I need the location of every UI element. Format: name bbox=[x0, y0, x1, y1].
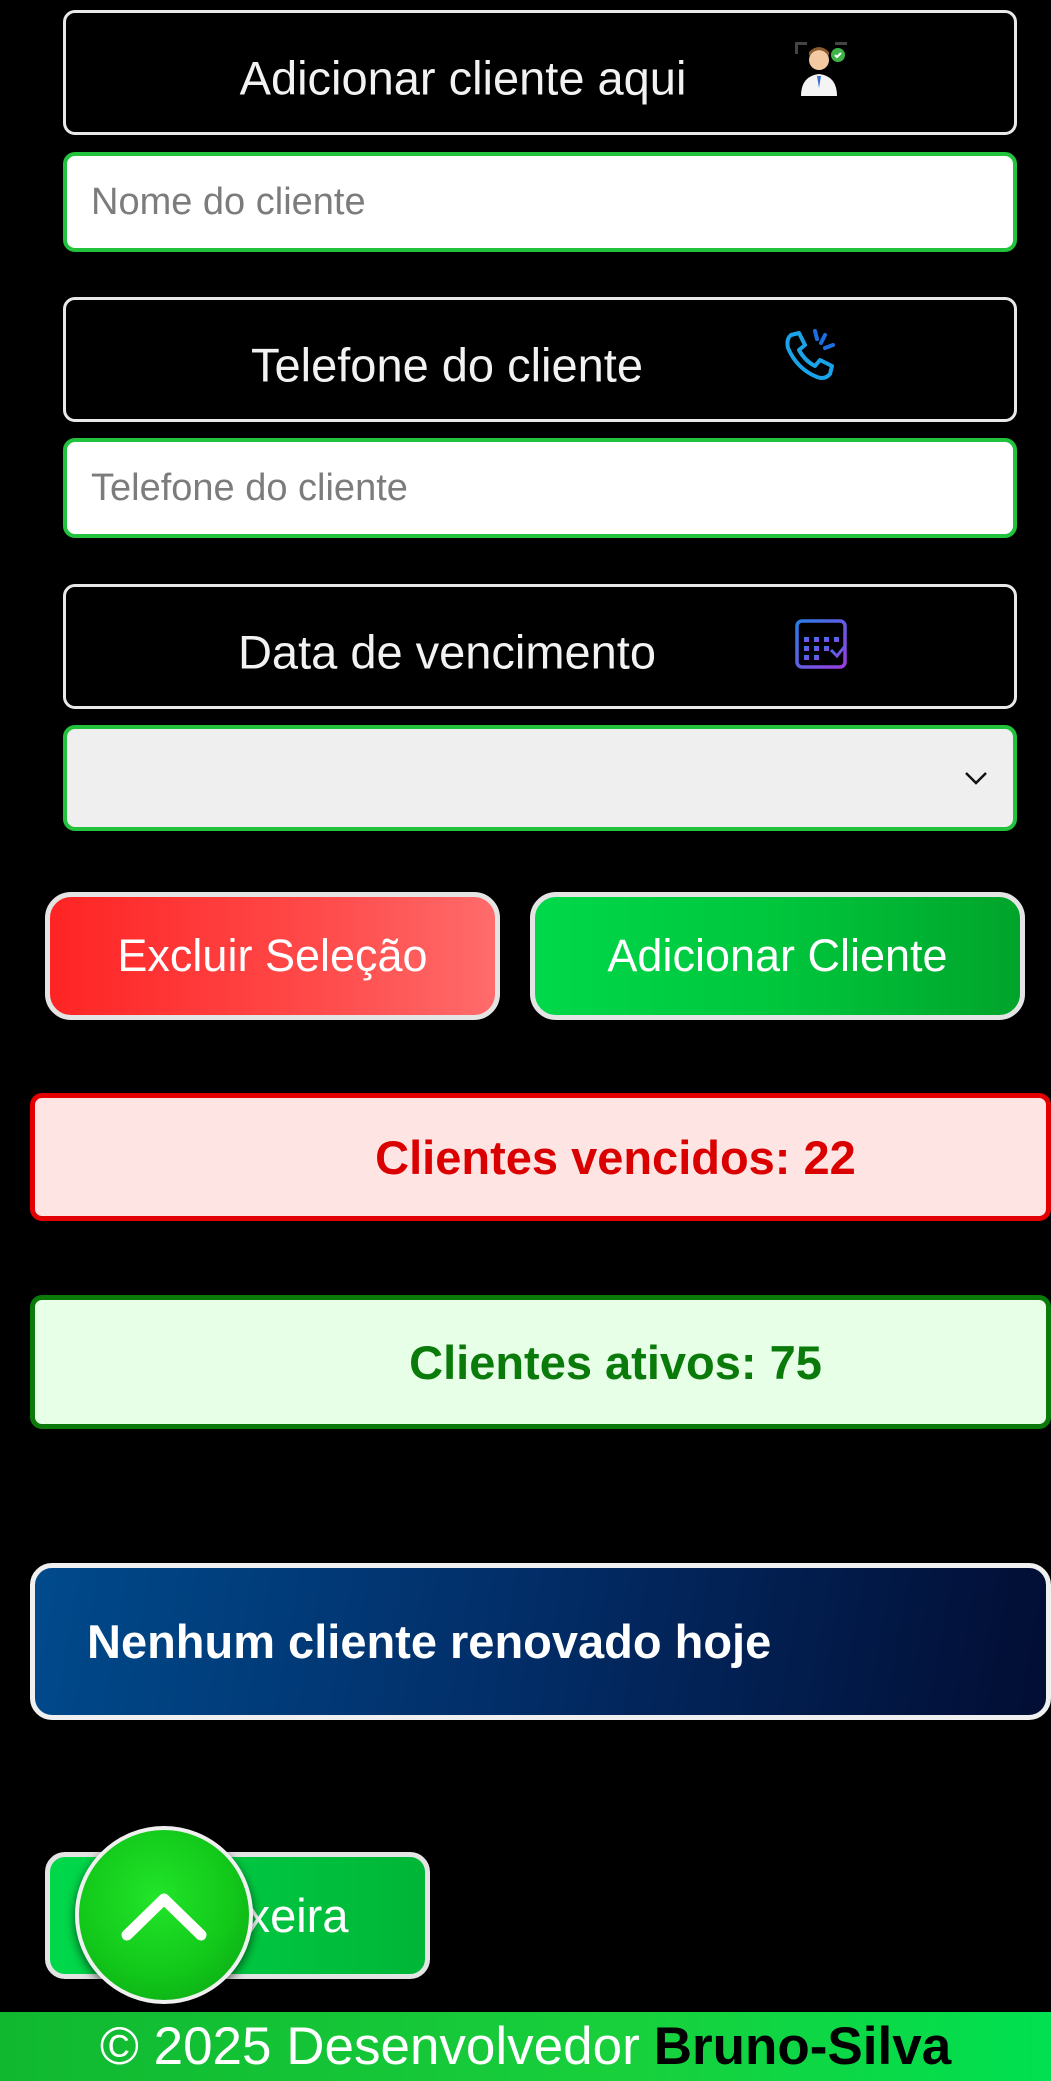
phone-call-icon bbox=[785, 329, 835, 380]
client-avatar-icon bbox=[795, 42, 847, 96]
scroll-to-top-button[interactable] bbox=[75, 1826, 253, 2004]
calendar-icon bbox=[795, 614, 847, 669]
chevron-down-icon bbox=[965, 772, 987, 785]
client-section-label: Adicionar cliente aqui bbox=[239, 51, 687, 104]
client-phone-input[interactable] bbox=[63, 438, 1017, 538]
delete-selection-label: Excluir Seleção bbox=[117, 930, 428, 981]
active-clients-counter[interactable]: Clientes ativos: 75 bbox=[30, 1295, 1051, 1429]
client-name-input[interactable] bbox=[63, 152, 1017, 252]
footer-author: Bruno-Silva bbox=[653, 2017, 952, 2076]
renewed-today-panel: Nenhum cliente renovado hoje bbox=[30, 1563, 1051, 1720]
due-date-section-label: Data de vencimento bbox=[237, 625, 657, 678]
expired-clients-text: Clientes vencidos: 22 bbox=[375, 1130, 856, 1184]
active-clients-text: Clientes ativos: 75 bbox=[409, 1335, 822, 1389]
renewed-today-text: Nenhum cliente renovado hoje bbox=[87, 1615, 772, 1668]
due-date-section-header: Data de vencimento bbox=[63, 584, 1017, 709]
footer: © 2025 Desenvolvedor Bruno-Silva bbox=[0, 2012, 1051, 2081]
add-client-button[interactable]: Adicionar Cliente bbox=[530, 892, 1025, 1020]
footer-copyright: © 2025 Desenvolvedor bbox=[99, 2017, 640, 2076]
expired-clients-counter[interactable]: Clientes vencidos: 22 bbox=[30, 1093, 1051, 1221]
add-client-label: Adicionar Cliente bbox=[607, 930, 948, 981]
phone-section-header: Telefone do cliente bbox=[63, 297, 1017, 422]
chevron-up-icon bbox=[121, 1893, 207, 1941]
delete-selection-button[interactable]: Excluir Seleção bbox=[45, 892, 500, 1020]
due-date-select[interactable] bbox=[63, 725, 1017, 831]
client-section-header: Adicionar cliente aqui bbox=[63, 10, 1017, 135]
phone-section-label: Telefone do cliente bbox=[251, 338, 643, 391]
